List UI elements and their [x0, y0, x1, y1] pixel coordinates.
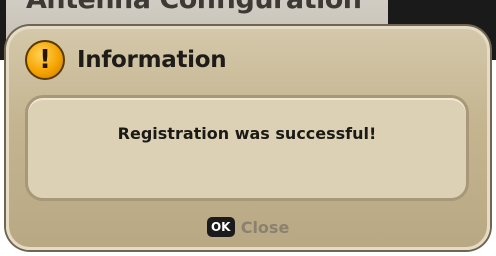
- information-dialog: ! Information Registration was successfu…: [6, 26, 490, 250]
- exclamation-warning-icon: !: [25, 40, 65, 80]
- dialog-message: Registration was successful!: [117, 124, 377, 143]
- close-button[interactable]: OK Close: [9, 217, 487, 237]
- screen: Antenna Configuration ! Information Regi…: [0, 0, 496, 256]
- background-window-title: Antenna Configuration: [26, 0, 362, 15]
- dialog-header: ! Information: [25, 37, 227, 83]
- ok-key-icon: OK: [206, 217, 235, 237]
- message-box: Registration was successful!: [25, 95, 469, 201]
- dialog-title: Information: [77, 47, 227, 73]
- close-label: Close: [240, 217, 290, 237]
